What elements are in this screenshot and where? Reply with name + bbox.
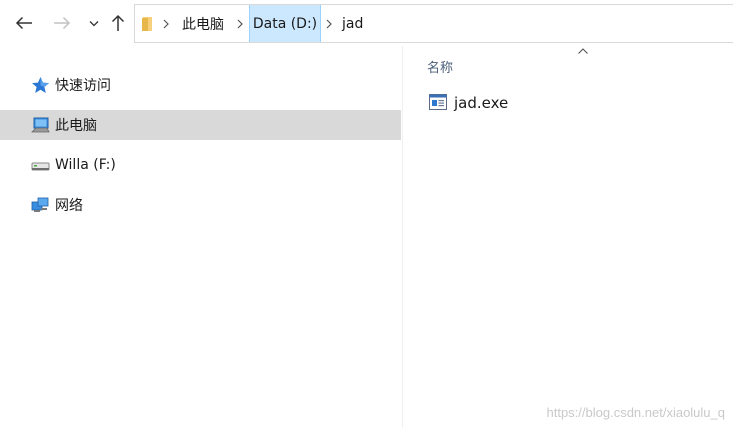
up-button[interactable] [107,12,129,34]
sidebar-item-label: 网络 [55,198,83,214]
back-button[interactable] [13,12,35,34]
sidebar-item-label: 此电脑 [55,118,97,134]
sidebar-item-label: 快速访问 [55,78,111,94]
sidebar-item-quick-access[interactable]: 快速访问 [0,70,401,100]
column-header-name[interactable]: 名称 [427,54,453,78]
breadcrumb-chevron-icon[interactable] [161,17,171,31]
computer-icon [31,117,50,133]
list-item[interactable]: jad.exe [426,90,546,116]
file-list-view: 名称 jad.exe [404,46,733,428]
recent-locations-button[interactable] [83,12,105,34]
address-bar[interactable]: 此电脑 Data (D:) jad [134,4,733,43]
executable-file-icon [429,94,447,110]
sort-ascending-icon [578,48,588,54]
chevron-down-icon [89,20,99,26]
network-icon [31,197,49,212]
arrow-up-icon [111,14,125,31]
breadcrumb-chevron-icon[interactable] [324,17,334,31]
arrow-left-icon [15,16,32,30]
star-icon [32,77,49,93]
forward-button[interactable] [51,12,73,34]
watermark: https://blog.csdn.net/xiaolulu_q [546,405,725,420]
navigation-toolbar: 此电脑 Data (D:) jad [0,0,733,46]
sidebar-item-label: Willa (F:) [55,157,116,173]
sidebar-item-network[interactable]: 网络 [0,190,401,220]
sidebar-item-this-pc[interactable]: 此电脑 [0,110,401,140]
navigation-pane: 快速访问 此电脑 Willa (F:) 网络 [0,46,402,428]
breadcrumb-chevron-icon[interactable] [235,17,245,31]
breadcrumb-data-drive[interactable]: Data (D:) [249,5,321,42]
file-name: jad.exe [454,94,509,112]
folder-icon [142,17,152,31]
pane-divider[interactable] [402,46,403,428]
arrow-right-icon [54,16,71,30]
breadcrumb-this-pc[interactable]: 此电脑 [182,5,224,42]
breadcrumb-jad[interactable]: jad [342,5,363,42]
sidebar-item-willa-drive[interactable]: Willa (F:) [0,150,401,180]
usb-drive-icon [31,162,50,171]
